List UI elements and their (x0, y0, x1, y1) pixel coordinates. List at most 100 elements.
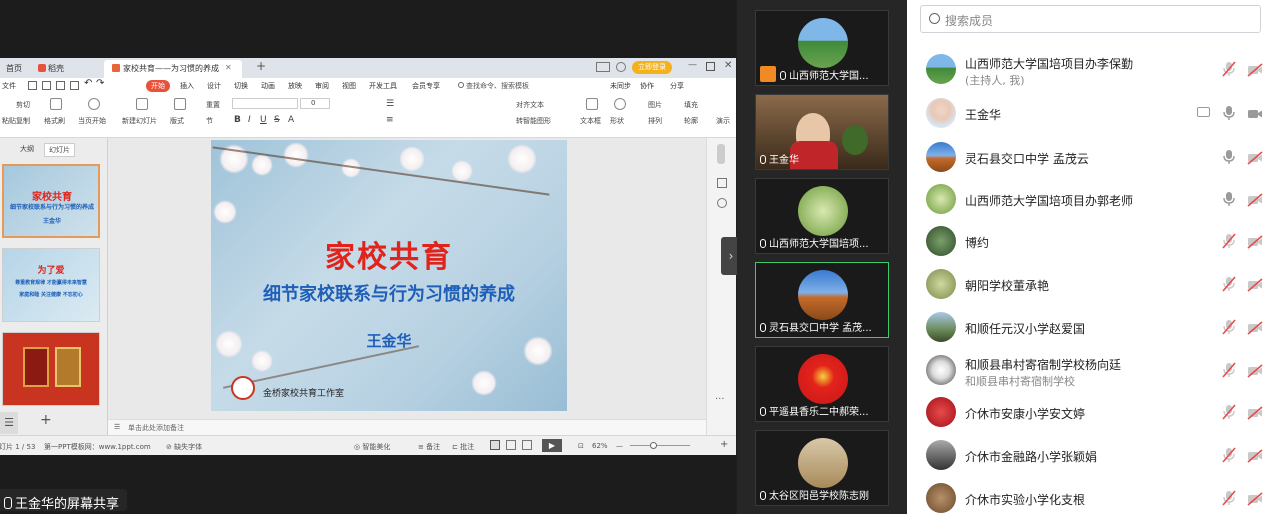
member-row[interactable]: 王金华 (907, 92, 1265, 134)
mic-muted-icon[interactable] (1222, 276, 1236, 292)
text-box-button[interactable]: 文本框 (580, 116, 601, 126)
notes-area[interactable]: ☰ 单击此处添加备注 (108, 419, 706, 435)
layout-button[interactable]: 版式 (170, 116, 184, 126)
menu-dev-tools[interactable]: 开发工具 (369, 81, 397, 91)
mic-icon[interactable] (1222, 149, 1236, 164)
fit-icon[interactable]: ⊡ (578, 442, 584, 450)
font-size-select[interactable]: 0 (300, 98, 330, 109)
menu-sync[interactable]: 未同步 (610, 81, 631, 91)
current-slide[interactable]: 家校共育 细节家校联系与行为习惯的养成 王金华 金桥家校共育工作室 (211, 140, 567, 411)
camera-off-icon[interactable] (1247, 405, 1263, 420)
smart-beautify-button[interactable]: ◎ 智能美化 (354, 442, 390, 452)
mic-muted-icon[interactable] (1222, 319, 1236, 335)
camera-off-icon[interactable] (1247, 62, 1263, 77)
camera-off-icon[interactable] (1247, 491, 1263, 506)
member-row[interactable]: 山西师范大学国培项目办郭老师 (907, 178, 1265, 220)
maximize-icon[interactable] (706, 62, 715, 71)
mic-muted-icon[interactable] (1222, 233, 1236, 249)
member-row[interactable]: 山西师范大学国培项目办李保勤 (主持人, 我) (907, 48, 1265, 90)
italic-button[interactable]: I (248, 115, 251, 125)
smart-convert-button[interactable]: 转智能图形 (516, 116, 551, 126)
video-tile[interactable]: 山西师范大学国培项... (755, 178, 889, 254)
skin-icon[interactable] (616, 62, 626, 72)
outline-tab[interactable]: 大纲 (20, 144, 34, 154)
camera-off-icon[interactable] (1247, 277, 1263, 292)
member-row[interactable]: 朝阳学校董承艳 (907, 263, 1265, 305)
reset-button[interactable]: 重置 (206, 100, 220, 110)
play-from-current-button[interactable]: 当页开始 (78, 116, 106, 126)
sorter-view-icon[interactable] (506, 440, 516, 450)
menu-transition[interactable]: 切换 (234, 81, 248, 91)
fill-button[interactable]: 填充 (684, 100, 698, 110)
slide-thumbnail-3[interactable] (2, 332, 100, 406)
camera-off-icon[interactable] (1247, 192, 1263, 207)
play-button[interactable]: 演示 (716, 116, 730, 126)
add-slide-icon[interactable]: + (40, 412, 52, 428)
new-tab-icon[interactable]: + (256, 59, 266, 73)
bold-button[interactable]: B (234, 115, 241, 125)
scrollbar[interactable] (717, 144, 725, 164)
mic-muted-icon[interactable] (1222, 61, 1236, 77)
window-layout-icon[interactable] (596, 62, 610, 72)
zoom-slider[interactable] (630, 445, 690, 446)
member-search-input[interactable]: 搜索成员 (920, 5, 1261, 33)
mic-muted-icon[interactable] (1222, 447, 1236, 463)
section-button[interactable]: 节 (206, 116, 213, 126)
menu-member[interactable]: 会员专享 (412, 81, 440, 91)
mic-muted-icon[interactable] (1222, 490, 1236, 506)
login-button[interactable]: 立即登录 (632, 61, 672, 74)
mic-muted-icon[interactable] (1222, 362, 1236, 378)
menu-review[interactable]: 审阅 (315, 81, 329, 91)
menu-lines-icon[interactable]: ☰ (0, 412, 18, 434)
shape-button[interactable]: 形状 (610, 116, 624, 126)
menu-share[interactable]: 分享 (670, 81, 684, 91)
camera-off-icon[interactable] (1247, 448, 1263, 463)
mic-icon[interactable] (1222, 191, 1236, 206)
member-row[interactable]: 灵石县交口中学 孟茂云 (907, 136, 1265, 178)
image-button[interactable]: 图片 (648, 100, 662, 110)
camera-off-icon[interactable] (1247, 234, 1263, 249)
arrange-button[interactable]: 排列 (648, 116, 662, 126)
camera-off-icon[interactable] (1247, 150, 1263, 165)
normal-view-icon[interactable] (490, 440, 500, 450)
tool-icon[interactable] (717, 178, 727, 188)
slides-tab[interactable]: 幻灯片 (44, 143, 75, 157)
zoom-in-icon[interactable]: + (720, 439, 728, 450)
tab-docer[interactable]: 稻壳 (30, 60, 72, 78)
paste-button[interactable]: 粘贴 (2, 116, 16, 126)
align-text-button[interactable]: 对齐文本 (516, 100, 544, 110)
slideshow-button[interactable]: ▶ (542, 439, 562, 452)
menu-collab[interactable]: 协作 (640, 81, 654, 91)
command-search[interactable]: 查找命令、搜索模板 (458, 81, 529, 91)
video-tile-active-speaker[interactable]: 灵石县交口中学 孟茂... (755, 262, 889, 338)
video-tile[interactable]: 王金华 (755, 94, 889, 170)
print-icon[interactable] (42, 81, 51, 90)
close-tab-icon[interactable]: ✕ (225, 63, 232, 72)
minimize-icon[interactable]: — (688, 60, 697, 70)
camera-off-icon[interactable] (1247, 320, 1263, 335)
bullets-icon[interactable]: ☰ (386, 99, 394, 109)
video-tile[interactable]: 山西师范大学国... (755, 10, 889, 86)
video-tile[interactable]: ⌄ 太谷区阳邑学校陈志刚 (755, 430, 889, 506)
member-row[interactable]: 介休市安康小学安文婷 (907, 391, 1265, 433)
tab-document[interactable]: 家校共育——为习惯的养成 (104, 60, 242, 78)
missing-font-button[interactable]: ⊘ 缺失字体 (166, 442, 202, 452)
font-name-select[interactable] (232, 98, 298, 109)
cut-button[interactable]: 剪切 (16, 100, 30, 110)
preview-icon[interactable] (56, 81, 65, 90)
member-row[interactable]: 和顺县串村寄宿制学校杨向廷 和顺县串村寄宿制学校 (907, 349, 1265, 391)
redo-icon[interactable]: ↷ (96, 78, 104, 89)
outline-button[interactable]: 轮廓 (684, 116, 698, 126)
menu-view[interactable]: 视图 (342, 81, 356, 91)
menu-animation[interactable]: 动画 (261, 81, 275, 91)
video-tile[interactable]: 平遥县香乐二中郝荣... (755, 346, 889, 422)
export-icon[interactable] (70, 81, 79, 90)
save-icon[interactable] (28, 81, 37, 90)
zoom-slider-thumb[interactable] (650, 442, 657, 449)
camera-icon[interactable] (1247, 106, 1263, 120)
slide-thumbnail-1[interactable]: 家校共育 细节家校联系与行为习惯的养成 王金华 (2, 164, 100, 238)
menu-start[interactable]: 开始 (146, 80, 170, 92)
menu-insert[interactable]: 插入 (180, 81, 194, 91)
undo-icon[interactable]: ↶ (84, 78, 92, 89)
member-row[interactable]: 介休市金融路小学张颖娟 (907, 434, 1265, 476)
